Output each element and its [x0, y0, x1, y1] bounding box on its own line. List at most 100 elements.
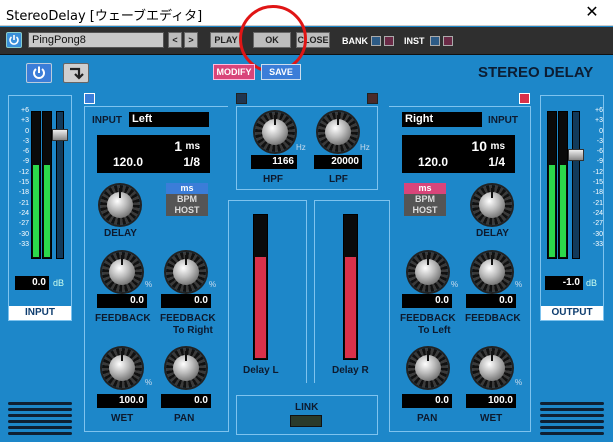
- highlight-circle-annotation: [239, 5, 307, 73]
- right-delay-knob[interactable]: [472, 185, 512, 225]
- right-feedback-knob[interactable]: [472, 252, 512, 292]
- output-meter-right-level: [560, 165, 566, 257]
- right-feedback-cross-label: FEEDBACK: [400, 313, 456, 324]
- input-meter-right: [42, 111, 52, 259]
- left-feedback-cross-knob[interactable]: [166, 252, 206, 292]
- bank-label: BANK: [342, 36, 368, 46]
- right-input-select[interactable]: Right: [402, 112, 482, 127]
- delay-left-meter: [253, 214, 268, 360]
- right-unit-ms[interactable]: ms: [404, 183, 446, 194]
- input-meter-panel: +6 +3 0 -3 -6 -9 -12 -15 -18 -21 -24 -27 -30 -33 0.0 …: [8, 95, 72, 321]
- inst-selector-red[interactable]: [443, 36, 453, 46]
- right-unit-bpm[interactable]: BPM: [404, 194, 446, 205]
- preset-name-field[interactable]: PingPong8: [28, 32, 164, 48]
- product-title: STEREO DELAY: [478, 64, 594, 81]
- hpf-value[interactable]: 1166: [251, 155, 297, 169]
- right-unit-host[interactable]: HOST: [404, 205, 446, 216]
- inst-selector-blue[interactable]: [430, 36, 440, 46]
- output-gain-value[interactable]: -1.0: [545, 276, 583, 290]
- link-toggle[interactable]: [290, 415, 322, 427]
- save-button[interactable]: SAVE: [261, 64, 301, 80]
- meter-scale-tick: -15: [592, 179, 603, 187]
- left-pan-knob[interactable]: [166, 348, 206, 388]
- right-feedback-cross-value[interactable]: 0.0: [402, 294, 452, 308]
- left-channel-indicator[interactable]: [84, 93, 95, 104]
- left-feedback-cross-value[interactable]: 0.0: [161, 294, 211, 308]
- output-fader-track: [572, 111, 580, 259]
- left-delay-display[interactable]: 1 ms 120.0 1/8: [97, 135, 210, 173]
- modify-button[interactable]: MODIFY: [213, 64, 255, 80]
- vent-slot: [8, 402, 72, 405]
- vent-slot: [540, 414, 604, 417]
- right-pan-knob[interactable]: [408, 348, 448, 388]
- meter-scale-tick: -27: [18, 220, 29, 228]
- center-divider-left-v: [228, 200, 229, 432]
- preset-next-button[interactable]: >: [184, 32, 198, 48]
- meter-scale-tick: +3: [595, 117, 603, 125]
- meter-scale-tick: -15: [18, 179, 29, 187]
- left-delay-note: 1/8: [183, 155, 200, 169]
- main-power-button[interactable]: [26, 63, 52, 83]
- center-divider-right: [314, 200, 389, 201]
- left-feedback-value[interactable]: 0.0: [97, 294, 147, 308]
- vent-slot: [8, 414, 72, 417]
- meter-scale-tick: -21: [18, 199, 29, 207]
- lpf-value[interactable]: 20000: [314, 155, 362, 169]
- right-feedback-value[interactable]: 0.0: [466, 294, 516, 308]
- right-delay-display[interactable]: 10 ms 120.0 1/4: [402, 135, 515, 173]
- vent-slot: [540, 408, 604, 411]
- meter-scale-tick: -30: [592, 230, 603, 238]
- output-meter-panel: +6 +3 0 -3 -6 -9 -12 -15 -18 -21 -24 -27 -30 -33 -1.0…: [540, 95, 604, 321]
- left-pan-value[interactable]: 0.0: [161, 394, 211, 408]
- meter-scale-tick: -6: [22, 148, 29, 156]
- meter-scale-tick: +3: [21, 117, 29, 125]
- delay-right-meter: [343, 214, 358, 360]
- left-delay-knob[interactable]: [100, 185, 140, 225]
- hpf-knob[interactable]: [255, 112, 295, 152]
- meter-scale-tick: -12: [592, 168, 603, 176]
- input-meter-left: [31, 111, 41, 259]
- bank-selector-red[interactable]: [384, 36, 394, 46]
- output-meter-scale: +6 +3 0 -3 -6 -9 -12 -15 -18 -21 -24 -27 -30 -33: [583, 106, 603, 250]
- right-wet-percent: %: [515, 378, 523, 387]
- left-delay-label: DELAY: [104, 228, 137, 239]
- input-meter-left-level: [33, 165, 39, 257]
- bypass-arrow-button[interactable]: [63, 63, 89, 83]
- right-channel-indicator[interactable]: [519, 93, 530, 104]
- right-wet-value[interactable]: 100.0: [466, 394, 516, 408]
- bank-selector-blue[interactable]: [371, 36, 381, 46]
- right-delay-label: DELAY: [476, 228, 509, 239]
- input-fader-handle[interactable]: [52, 128, 68, 141]
- meter-scale-tick: -6: [596, 148, 603, 156]
- left-unit-ms[interactable]: ms: [166, 183, 208, 194]
- hpf-unit: Hz: [296, 143, 306, 152]
- input-meter-right-level: [44, 165, 50, 257]
- meter-scale-tick: -24: [592, 209, 603, 217]
- delay-left-meter-level: [255, 257, 266, 358]
- left-unit-host[interactable]: HOST: [166, 205, 208, 216]
- play-button[interactable]: PLAY: [210, 32, 242, 48]
- filter-indicator-left[interactable]: [236, 93, 247, 104]
- right-wet-knob[interactable]: [472, 348, 512, 388]
- close-window-button[interactable]: ✕: [580, 3, 604, 23]
- preset-prev-button[interactable]: <: [168, 32, 182, 48]
- right-pan-value[interactable]: 0.0: [402, 394, 452, 408]
- output-meter-left-level: [549, 165, 555, 257]
- right-feedback-cross-sublabel: To Left: [418, 325, 451, 336]
- output-fader-handle[interactable]: [568, 149, 584, 162]
- right-delay-ms-value: 10: [471, 138, 487, 154]
- right-feedback-cross-knob[interactable]: [408, 252, 448, 292]
- left-feedback-knob[interactable]: [102, 252, 142, 292]
- left-wet-knob[interactable]: [102, 348, 142, 388]
- input-gain-value[interactable]: 0.0: [15, 276, 49, 290]
- left-input-select[interactable]: Left: [129, 112, 209, 127]
- center-divider-mid-right: [314, 200, 315, 383]
- power-icon[interactable]: [6, 32, 22, 48]
- window-title: StereoDelay [ウェーブエディタ]: [6, 9, 203, 24]
- lpf-knob[interactable]: [318, 112, 358, 152]
- meter-scale-tick: -18: [18, 189, 29, 197]
- meter-scale-tick: -21: [592, 199, 603, 207]
- filter-indicator-right[interactable]: [367, 93, 378, 104]
- left-wet-value[interactable]: 100.0: [97, 394, 147, 408]
- left-unit-bpm[interactable]: BPM: [166, 194, 208, 205]
